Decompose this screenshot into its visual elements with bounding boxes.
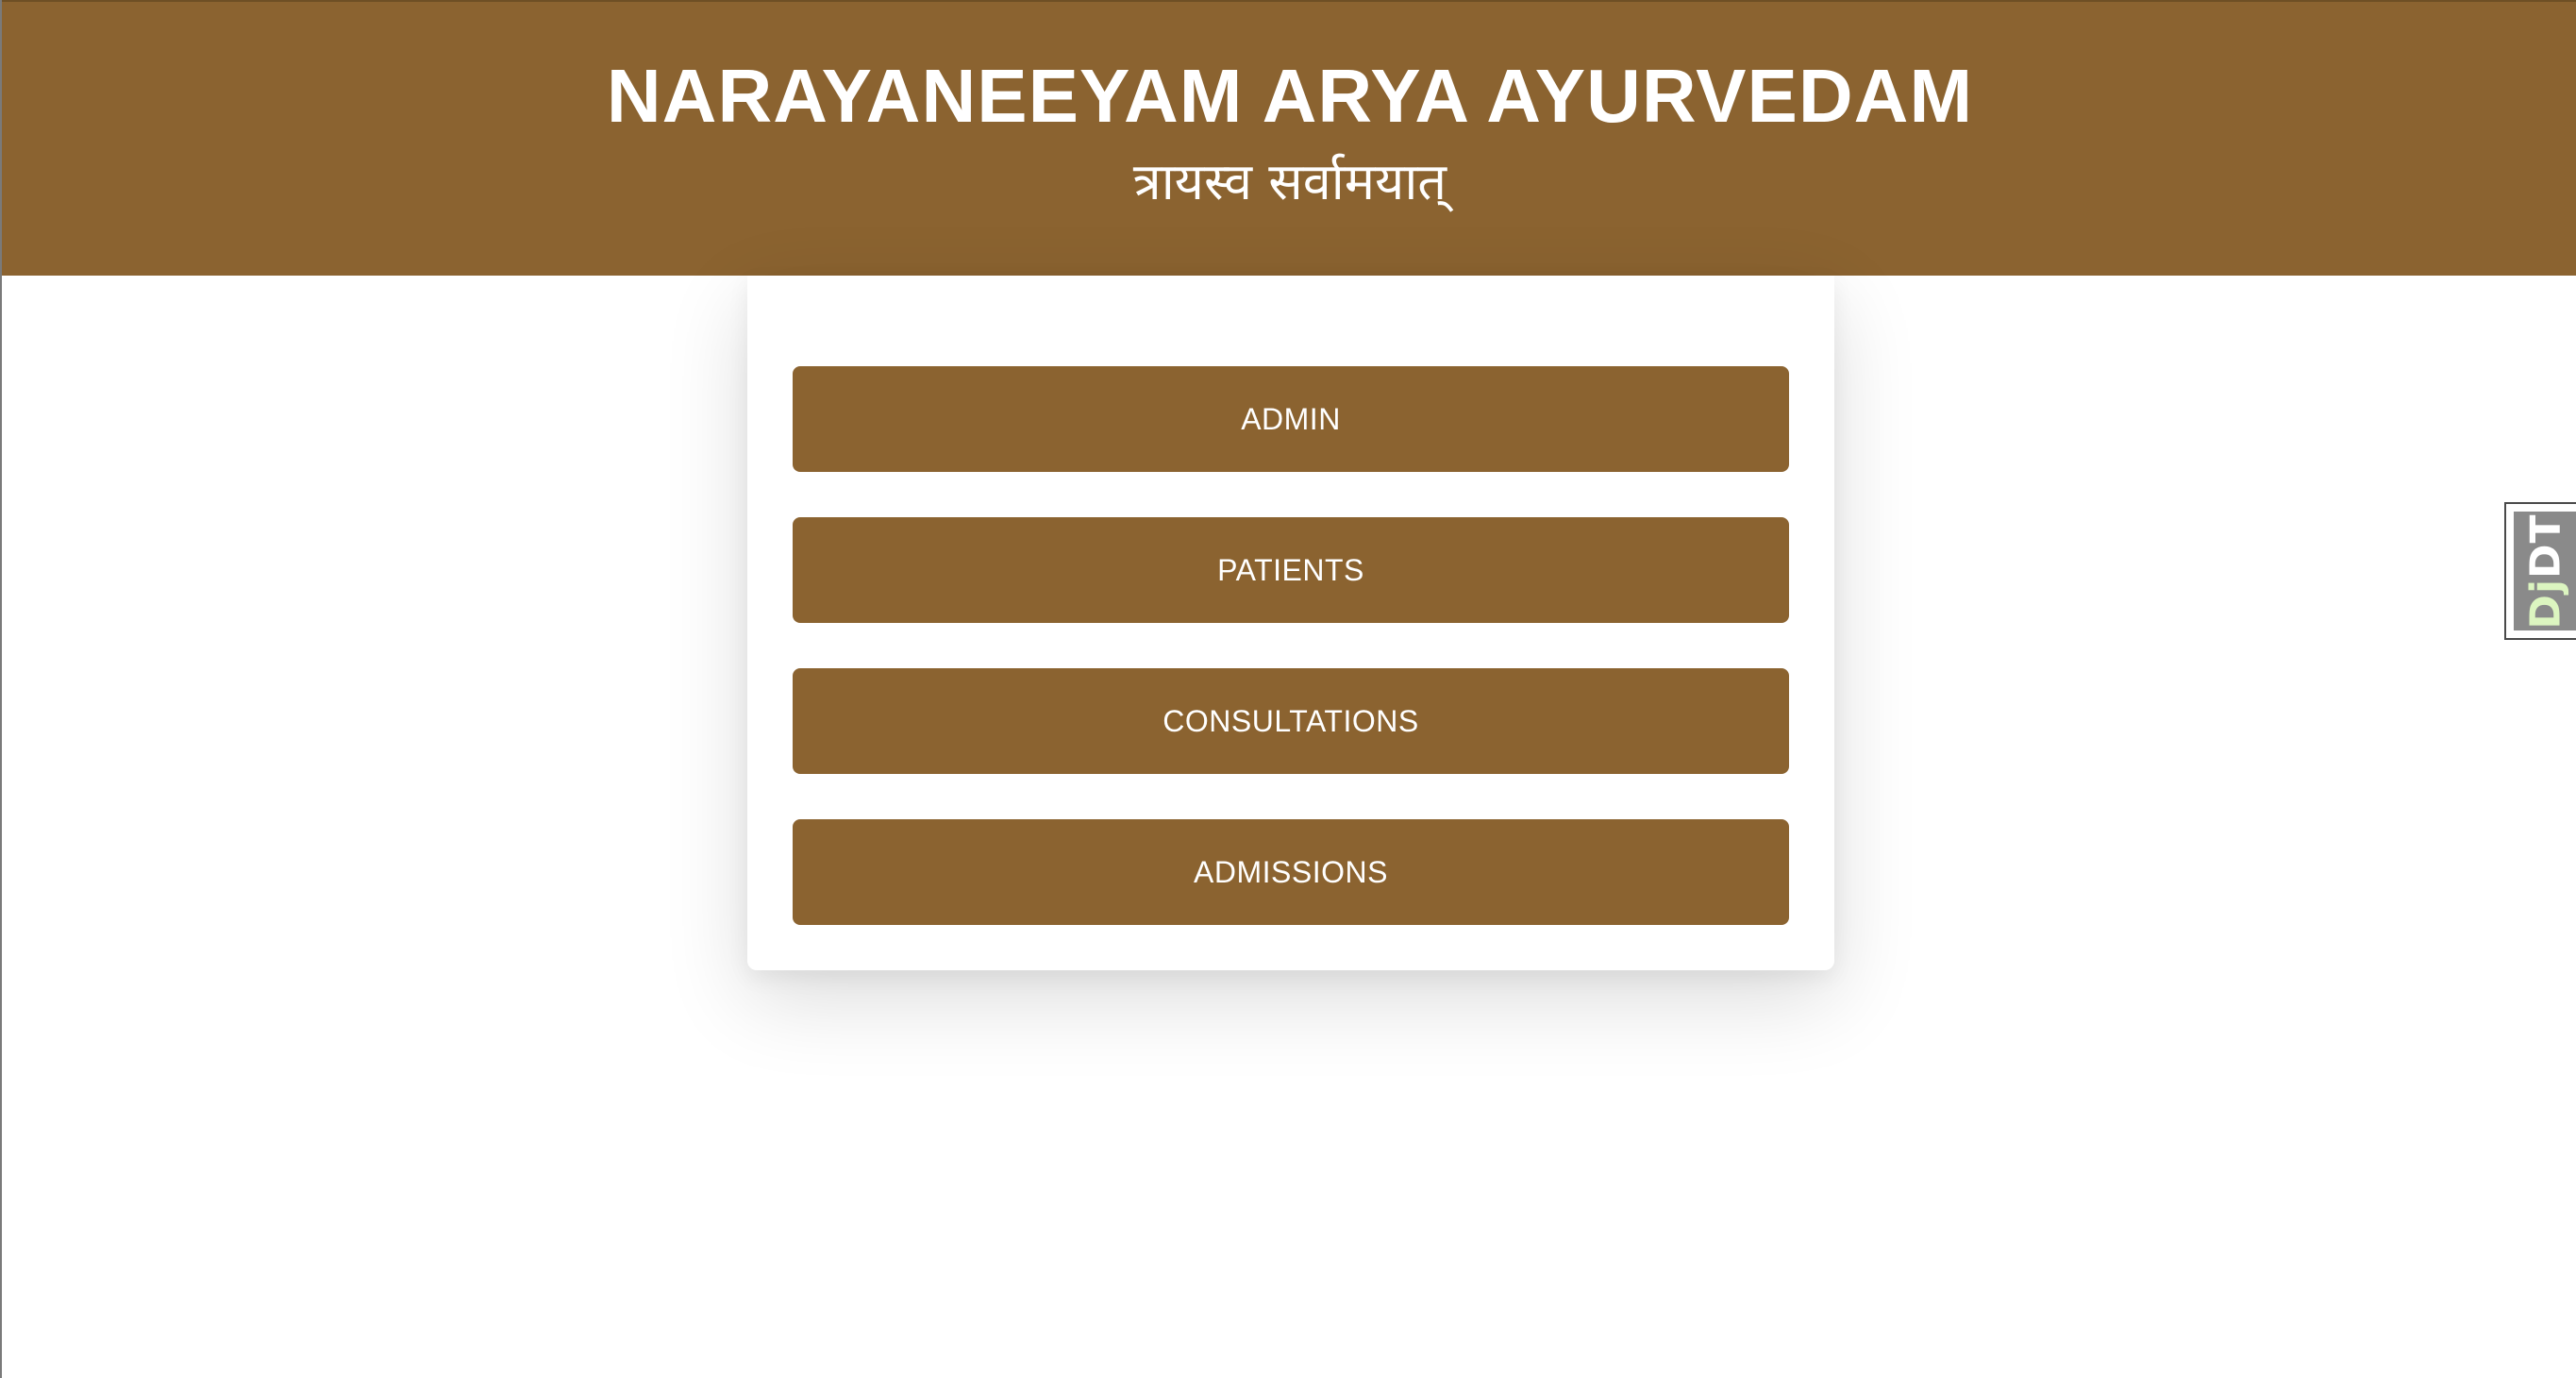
patients-button[interactable]: PATIENTS	[793, 517, 1789, 623]
debug-toolbar-toggle[interactable]: DjDT	[2504, 502, 2576, 640]
site-header: NARAYANEEYAM ARYA AYURVEDAM त्रायस्व सर्…	[2, 0, 2576, 276]
debug-toolbar-logo: DjDT	[2521, 513, 2570, 630]
debug-toolbar-handle: DjDT	[2514, 512, 2576, 630]
site-tagline: त्रायस्व सर्वामयात्	[1132, 152, 1447, 211]
site-title: NARAYANEEYAM ARYA AYURVEDAM	[606, 54, 1974, 138]
menu-card: ADMIN PATIENTS CONSULTATIONS ADMISSIONS	[747, 276, 1834, 970]
admin-button[interactable]: ADMIN	[793, 366, 1789, 472]
consultations-button[interactable]: CONSULTATIONS	[793, 668, 1789, 774]
admissions-button[interactable]: ADMISSIONS	[793, 819, 1789, 925]
